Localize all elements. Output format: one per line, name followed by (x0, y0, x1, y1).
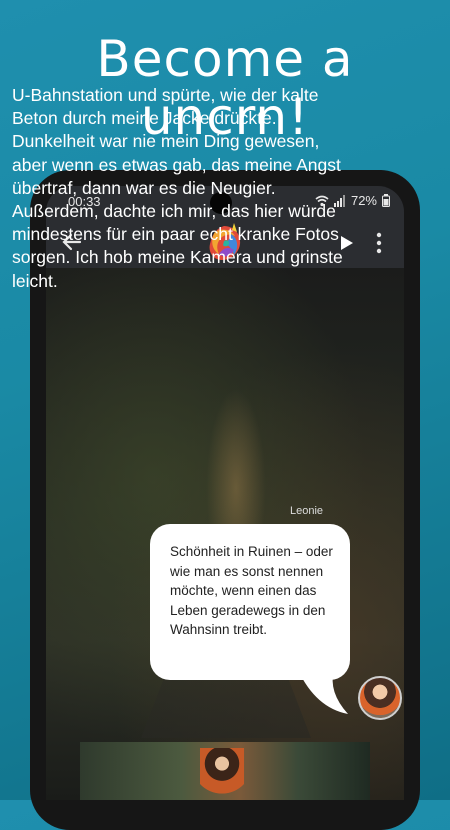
headline-line-1: Become a (96, 30, 354, 88)
story-text: U-Bahnstation und spürte, wie der kalte … (12, 85, 343, 291)
battery-icon (382, 194, 390, 207)
character-avatar[interactable] (358, 676, 402, 720)
speech-bubble-text: Schönheit in Ruinen – oder wie man es so… (170, 544, 333, 637)
more-vertical-icon[interactable] (374, 230, 384, 256)
story-preview-figure (200, 748, 244, 800)
speaker-name: Leonie (290, 505, 324, 517)
speech-bubble: Schönheit in Ruinen – oder wie man es so… (150, 524, 350, 680)
speech-bubble-tail (298, 670, 348, 714)
battery-percent: 72% (350, 193, 377, 208)
